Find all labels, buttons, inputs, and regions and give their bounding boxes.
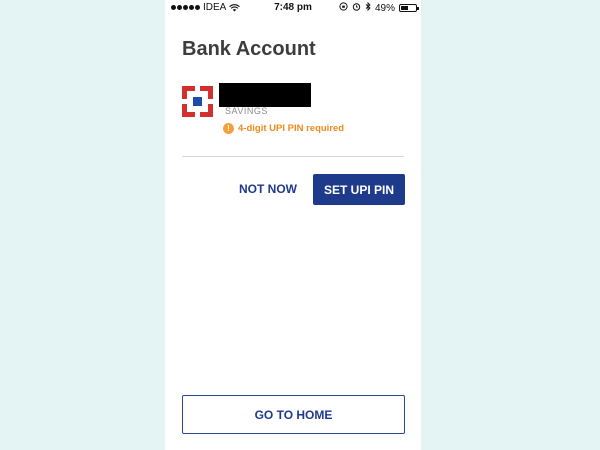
alarm-icon — [352, 2, 361, 14]
bluetooth-icon — [365, 1, 371, 14]
status-right: 49% — [339, 1, 419, 14]
set-upi-pin-button[interactable]: SET UPI PIN — [313, 174, 405, 205]
account-type: SAVINGS — [225, 106, 268, 116]
page-title: Bank Account — [182, 38, 316, 60]
status-bar: IDEA 7:48 pm 49% — [165, 0, 421, 16]
redacted-account-name — [219, 83, 311, 107]
battery-percent: 49% — [374, 2, 395, 14]
bank-logo-icon — [182, 86, 213, 117]
pin-warning: ! 4-digit UPI PIN required — [223, 123, 344, 134]
divider — [182, 156, 404, 157]
battery-icon — [399, 4, 419, 12]
not-now-button[interactable]: NOT NOW — [231, 174, 305, 204]
exclamation-icon: ! — [223, 123, 234, 134]
rotation-lock-icon — [339, 2, 348, 14]
go-to-home-button[interactable]: GO TO HOME — [182, 395, 405, 434]
phone-screen: IDEA 7:48 pm 49% Bank Account SAVINGS ! … — [165, 0, 421, 450]
pin-warning-text: 4-digit UPI PIN required — [238, 123, 345, 134]
